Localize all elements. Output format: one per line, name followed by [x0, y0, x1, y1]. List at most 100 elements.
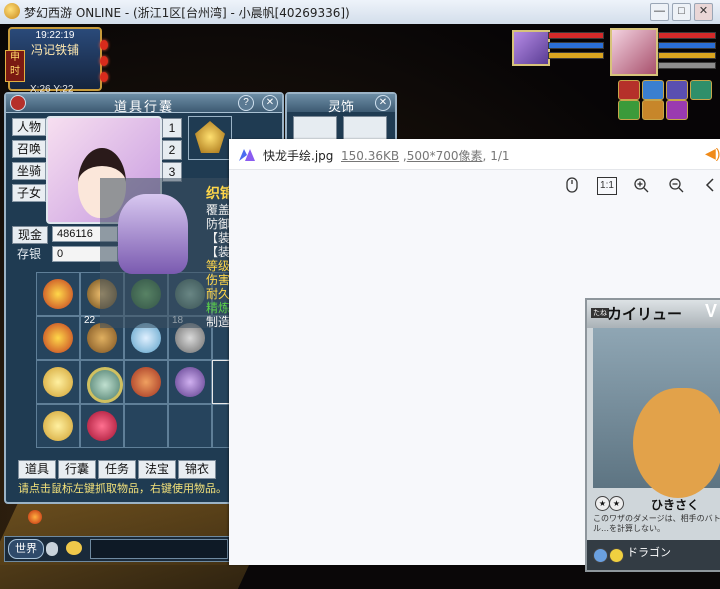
viewer-page: 1/1: [490, 149, 510, 163]
fan-item-icon: [43, 411, 73, 441]
window-titlebar[interactable]: 梦幻西游 ONLINE - (浙江1区[台州湾] - 小晨帆[40269336]…: [0, 0, 720, 25]
help-button[interactable]: ?: [238, 95, 254, 111]
chat-input[interactable]: [90, 539, 228, 559]
emoji-icon[interactable]: [66, 541, 82, 555]
zoom-in-icon[interactable]: [632, 177, 650, 193]
tab-summon[interactable]: 召唤: [12, 140, 46, 158]
fan-item-icon: [43, 367, 73, 397]
card-v-mark: V: [705, 301, 718, 321]
fire-icon: [28, 510, 42, 524]
card-art: [593, 328, 720, 498]
close-window-button[interactable]: ✕: [694, 3, 713, 21]
buff-status-icon[interactable]: [666, 80, 688, 100]
item-slot[interactable]: [36, 404, 80, 448]
viewer-filesize: 150.36KB: [341, 149, 400, 163]
tab-quests[interactable]: 任务: [98, 460, 136, 479]
viewer-logo-icon: [239, 149, 255, 161]
maximize-button[interactable]: □: [672, 3, 691, 21]
item-slot[interactable]: [36, 272, 80, 316]
player-hp-bar: [658, 32, 716, 39]
page-tab-2[interactable]: 2: [162, 140, 182, 160]
lantern-icon: [100, 72, 108, 82]
energy-icon: [593, 548, 608, 563]
equipment-slot[interactable]: [188, 116, 232, 160]
tab-items[interactable]: 道具: [18, 460, 56, 479]
bell-item-icon: [175, 367, 205, 397]
energy-icon: [609, 548, 624, 563]
close-inventory-button[interactable]: ✕: [262, 95, 278, 111]
robe-icon: [118, 194, 188, 274]
player-anger-bar: [658, 52, 716, 59]
inventory-titlebar[interactable]: 道具行囊 ? ✕: [6, 94, 282, 115]
lingshi-panel: 灵饰 ✕: [285, 92, 397, 146]
viewer-dimensions: 500*700像素: [406, 149, 483, 163]
viewer-filename: 快龙手绘.jpg: [263, 149, 334, 163]
tab-wardrobe[interactable]: 锦衣: [178, 460, 216, 479]
item-slot[interactable]: [124, 404, 168, 448]
energy-icon: ★: [609, 496, 624, 511]
fan-item-icon: [131, 367, 161, 397]
clock-time: 19:22:19: [35, 30, 75, 41]
lantern-icon: [100, 56, 108, 66]
buff-status-icon[interactable]: [642, 100, 664, 120]
pet-mp-bar: [548, 42, 604, 49]
item-slot[interactable]: [36, 316, 80, 360]
mouse-icon[interactable]: [563, 177, 581, 193]
page-tab-1[interactable]: 1: [162, 118, 182, 138]
cash-label: 现金: [12, 226, 48, 244]
tab-character[interactable]: 人物: [12, 118, 46, 136]
card-title: カイリュー: [607, 305, 683, 323]
viewer-titlebar[interactable]: 快龙手绘.jpg 150.36KB ,500*700像素, 1/1 ◀): [229, 139, 720, 170]
pet-avatar[interactable]: [512, 30, 550, 66]
buff-status-icon[interactable]: [690, 80, 712, 100]
tab-bag[interactable]: 行囊: [58, 460, 96, 479]
pet-exp-bar: [548, 52, 604, 59]
ring-item-icon: [87, 367, 123, 403]
buff-status-icon[interactable]: [618, 100, 640, 120]
zoom-out-icon[interactable]: [667, 177, 685, 193]
heart-status-icon[interactable]: [618, 80, 640, 100]
actual-size-button[interactable]: 1:1: [597, 177, 617, 195]
item-slot[interactable]: [168, 360, 212, 404]
savings-label: 存银: [16, 247, 41, 261]
card-description: このワザのダメージは、相手のバトル…を計算しない。: [593, 514, 720, 533]
dragon-illustration: [633, 388, 720, 498]
pet-hp-bar: [548, 32, 604, 39]
app-icon: [4, 3, 20, 19]
card-footer-name: ドラゴン: [627, 546, 671, 559]
fan-item-icon: [43, 279, 73, 309]
card-attack-name: ひきさく: [651, 498, 700, 512]
tab-children[interactable]: 子女: [12, 184, 46, 202]
buff-status-icon[interactable]: [642, 80, 664, 100]
prev-icon[interactable]: [701, 177, 719, 193]
fan-item-icon: [43, 323, 73, 353]
pouch-item-icon: [87, 411, 117, 441]
minimize-button[interactable]: —: [650, 3, 669, 21]
item-slot[interactable]: [168, 404, 212, 448]
item-quantity: 22: [84, 315, 96, 326]
item-slot[interactable]: [36, 360, 80, 404]
helmet-icon: [195, 121, 225, 153]
tab-mount[interactable]: 坐骑: [12, 162, 46, 180]
item-slot[interactable]: [80, 404, 124, 448]
volume-icon[interactable]: ◀): [705, 145, 720, 162]
microphone-icon[interactable]: [46, 542, 58, 556]
buff-status-icon[interactable]: [666, 100, 688, 120]
player-avatar[interactable]: [610, 28, 658, 76]
menu-icon[interactable]: [10, 95, 26, 111]
item-slot[interactable]: [80, 360, 124, 404]
card-header: たね カイリュー V: [587, 300, 720, 328]
lingshi-titlebar[interactable]: 灵饰 ✕: [287, 94, 395, 115]
lantern-icon: [100, 40, 108, 50]
viewer-fileinfo: 150.36KB ,500*700像素, 1/1: [341, 149, 510, 163]
window-title: 梦幻西游 ONLINE - (浙江1区[台州湾] - 小晨帆[40269336]…: [24, 6, 350, 20]
close-lingshi-button[interactable]: ✕: [375, 95, 391, 111]
inventory-hint: 请点击鼠标左键抓取物品，右键使用物品。: [18, 482, 227, 495]
player-exp-bar: [658, 62, 716, 69]
tab-treasures[interactable]: 法宝: [138, 460, 176, 479]
pokemon-card-image: たね カイリュー V ★ ★ ひきさく このワザのダメージは、相手のバトル…を計…: [585, 298, 720, 572]
channel-world-button[interactable]: 世界: [8, 539, 44, 559]
player-mp-bar: [658, 42, 716, 49]
energy-icon: ★: [595, 496, 610, 511]
item-slot[interactable]: [124, 360, 168, 404]
